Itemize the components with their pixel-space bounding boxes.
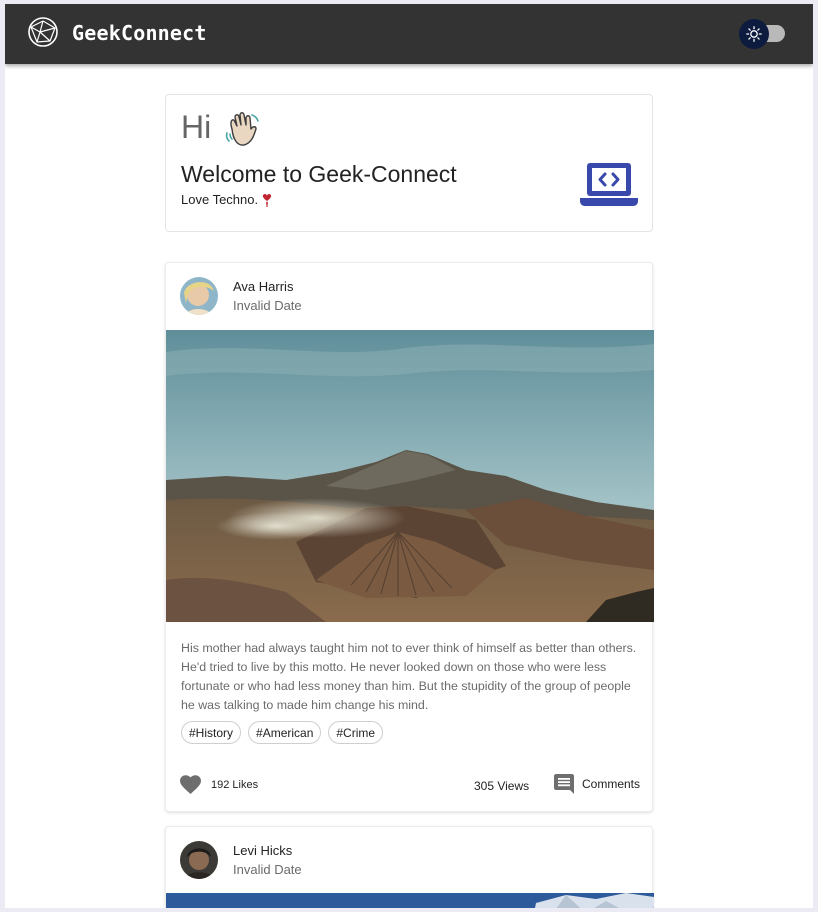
welcome-card: Hi Welcome to Geek-Connect Love Techno. [165,94,653,232]
avatar[interactable] [180,277,218,315]
avatar-image [180,841,218,879]
heart-icon [180,775,201,794]
welcome-title: Welcome to Geek-Connect [181,161,457,187]
waving-hand-icon [225,112,259,146]
post-body: His mother had always taught him not to … [181,641,637,712]
toggle-thumb [739,19,769,49]
post-image [166,893,654,908]
greeting-text: Hi [181,109,212,145]
tagline-text: Love Techno. [181,192,259,207]
post-image [166,330,654,622]
theme-toggle[interactable] [739,19,787,49]
page: GeekConnect Hi Welcome to Geek-Connect L… [5,4,813,908]
tag-chip[interactable]: #History [181,721,242,744]
like-count: 192 Likes [211,779,259,791]
tag-chip[interactable]: #American [248,721,322,744]
comments-label: Comments [582,777,641,791]
sun-icon [746,26,762,42]
post-author[interactable]: Levi Hicks [233,843,292,858]
app-bar: GeekConnect [5,4,813,64]
comment-icon [554,774,574,794]
post-card: Levi Hicks Invalid Date [165,826,654,908]
heart-exclamation-icon [262,193,272,207]
post-card: Ava Harris Invalid Date His mother had a… [165,262,654,812]
post-date: Invalid Date [233,298,302,313]
avatar-image [180,277,218,315]
view-count: 305 Views [474,779,530,793]
brand-title[interactable]: GeekConnect [72,21,207,45]
globe-network-icon[interactable] [26,15,60,49]
comments-button[interactable]: Comments [554,774,640,794]
tag-chip[interactable]: #Crime [328,721,384,744]
post-date: Invalid Date [233,862,302,877]
tag-list: #History #American #Crime [181,721,384,744]
tagline: Love Techno. [181,192,273,207]
laptop-code-icon [580,163,638,206]
like-button[interactable]: 192 Likes [180,775,258,795]
avatar[interactable] [180,841,218,879]
post-author[interactable]: Ava Harris [233,279,293,294]
